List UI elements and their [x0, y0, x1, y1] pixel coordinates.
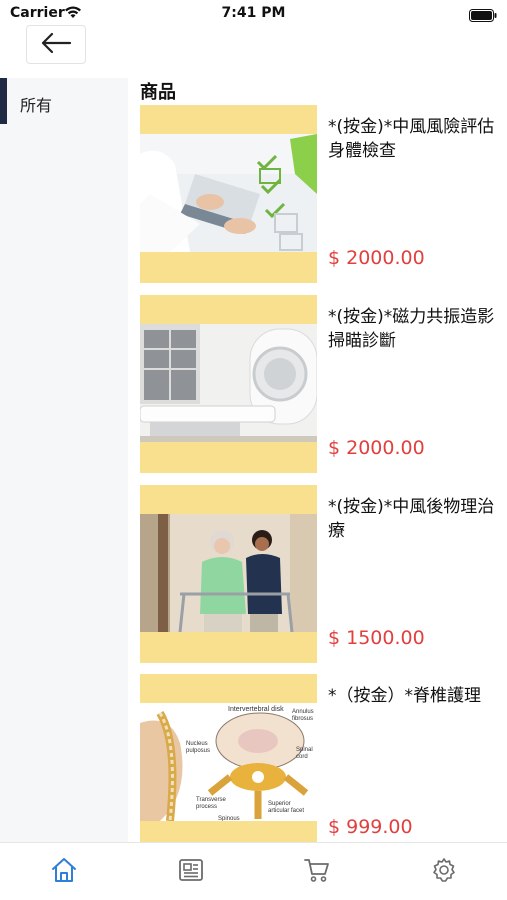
category-sidebar: 所有: [0, 78, 128, 842]
back-button[interactable]: [26, 25, 86, 64]
svg-text:Superior: Superior: [268, 801, 291, 807]
product-price: $ 2000.00: [328, 437, 425, 459]
product-thumbnail: [140, 105, 317, 283]
battery-icon: [469, 7, 497, 26]
tab-bar: [0, 842, 507, 900]
tab-home[interactable]: [47, 855, 81, 889]
product-thumbnail: Intervertebral disk Annulus fibrosus Nuc…: [140, 674, 317, 852]
svg-text:Intervertebral disk: Intervertebral disk: [228, 706, 284, 713]
product-title: *（按金）*脊椎護理: [328, 686, 481, 706]
svg-text:articular facet: articular facet: [268, 808, 304, 814]
product-item[interactable]: *(按金)*磁力共振造影掃瞄診斷 $ 2000.00: [140, 295, 500, 473]
tab-news[interactable]: [174, 855, 208, 889]
sidebar-selected-indicator: [0, 78, 7, 124]
svg-text:Annulus: Annulus: [292, 709, 314, 715]
product-item[interactable]: *(按金)*中風後物理治療 $ 1500.00: [140, 485, 500, 663]
svg-text:Transverse: Transverse: [196, 797, 226, 803]
product-item[interactable]: *(按金)*中風風險評估 身體檢查 $ 2000.00: [140, 105, 500, 283]
product-price: $ 1500.00: [328, 627, 425, 649]
svg-text:process: process: [196, 804, 217, 810]
news-icon: [177, 856, 205, 888]
product-price: $ 2000.00: [328, 247, 425, 269]
product-title: *(按金)*中風後物理治療: [328, 497, 495, 541]
product-thumbnail: [140, 485, 317, 663]
tab-cart[interactable]: [300, 855, 334, 889]
home-icon: [50, 856, 78, 888]
tab-settings[interactable]: [427, 855, 461, 889]
svg-text:fibrosus: fibrosus: [292, 716, 313, 722]
product-item[interactable]: Intervertebral disk Annulus fibrosus Nuc…: [140, 674, 500, 852]
sidebar-item-all[interactable]: 所有: [0, 78, 128, 124]
product-title: *(按金)*磁力共振造影掃瞄診斷: [328, 307, 495, 351]
product-price: $ 999.00: [328, 816, 413, 838]
settings-icon: [430, 856, 458, 888]
arrow-left-icon: [40, 32, 72, 58]
product-thumbnail: [140, 295, 317, 473]
svg-text:Spinal: Spinal: [296, 747, 313, 753]
svg-text:Spinous: Spinous: [218, 816, 240, 821]
sidebar-item-label: 所有: [20, 96, 53, 115]
svg-text:cord: cord: [296, 754, 308, 760]
cart-icon: [303, 856, 331, 888]
status-bar: Carrier 7:41 PM: [0, 0, 507, 28]
product-title: *(按金)*中風風險評估 身體檢查: [328, 117, 495, 161]
section-title: 商品: [140, 82, 176, 103]
svg-text:Nucleus: Nucleus: [186, 741, 208, 747]
svg-text:pulposus: pulposus: [186, 748, 210, 754]
status-time: 7:41 PM: [221, 5, 286, 21]
